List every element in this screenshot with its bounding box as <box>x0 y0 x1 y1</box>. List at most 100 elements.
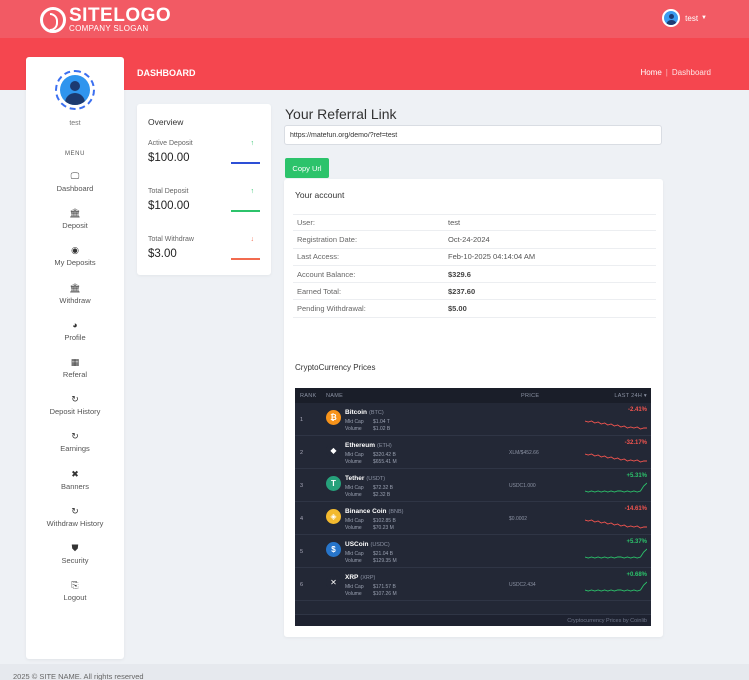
coin-price: USDC2.434 <box>509 582 536 588</box>
stat-color-bar <box>231 258 260 260</box>
coin-name[interactable]: USCoin (USDC) <box>345 541 390 548</box>
crypto-prices-widget: RANK NAME PRICE LAST 24H ▾ 1 ₿ Bitcoin (BTC… <box>295 388 651 626</box>
breadcrumb-current: Dashboard <box>671 68 711 77</box>
sidebar-item-withdraw[interactable]: 🏛 Withdraw <box>26 283 124 305</box>
sidebar-item-label: Withdraw History <box>46 518 104 528</box>
coin-change: +0.68% <box>626 572 647 578</box>
coin-name[interactable]: Tether (USDT) <box>345 475 385 482</box>
sparkline-chart <box>585 548 647 559</box>
crypto-row[interactable]: 4 ◈ Binance Coin (BNB) Mkt Cap $102.85 B Volum… <box>295 502 651 535</box>
sidebar-item-label: Earnings <box>60 444 90 454</box>
account-key: Account Balance: <box>297 269 356 279</box>
copy-url-button[interactable]: Copy Url <box>285 158 329 178</box>
referral-heading: Your Referral Link <box>285 106 397 122</box>
sidebar-item-label: Banners <box>61 481 89 491</box>
coin-change: -14.61% <box>624 506 647 512</box>
account-value: Feb-10-2025 04:14:04 AM <box>448 252 536 262</box>
sparkline-chart <box>585 420 647 430</box>
crypto-heading: CryptoCurrency Prices <box>295 363 376 372</box>
sidebar-item-referal[interactable]: ▦ Referal <box>26 357 124 379</box>
account-key: User: <box>297 218 315 228</box>
coin-price: $0.0002 <box>509 516 528 522</box>
sidebar-item-label: Deposit History <box>49 407 101 417</box>
sidebar-item-label: Logout <box>63 593 87 603</box>
sidebar-item-label: Deposit <box>62 221 88 231</box>
account-row: Earned Total: $237.60 <box>293 283 656 301</box>
coin-volume: Volume $107.26 M <box>345 591 397 597</box>
site-logo[interactable]: SITELOGO COMPANY SLOGAN <box>40 6 171 33</box>
crypto-row[interactable]: 2 ◆ Ethereum (ETH) Mkt Cap $320.42 B Volume $65… <box>295 436 651 469</box>
crypto-row[interactable]: 1 ₿ Bitcoin (BTC) Mkt Cap $1.04 T Volume $1.02 … <box>295 403 651 436</box>
coin-rank: 4 <box>300 516 304 522</box>
coin-name[interactable]: Binance Coin (BNB) <box>345 508 404 515</box>
sparkline-chart <box>585 519 647 529</box>
trend-arrow-icon: ↑ <box>250 140 255 147</box>
account-row: Pending Withdrawal: $5.00 <box>293 300 656 318</box>
trend-arrow-icon: ↓ <box>250 236 255 243</box>
trend-arrow-icon: ↑ <box>250 188 255 195</box>
coin-icon: ◉ <box>71 245 79 256</box>
crypto-row[interactable]: 5 $ USCoin (USDC) Mkt Cap $21.04 B Volume $129.… <box>295 535 651 568</box>
coin-name[interactable]: Ethereum (ETH) <box>345 442 392 449</box>
stat-label: Active Deposit <box>148 140 193 147</box>
crypto-widget-footer: Cryptocurrency Prices by Coinlib <box>295 614 651 626</box>
coin-change: +5.37% <box>626 539 647 545</box>
page-footer: 2025 © SITE NAME. All rights reserved <box>0 664 749 680</box>
overview-stat: Total Withdraw $3.00 ↓ <box>148 236 260 260</box>
overview-card: Overview Active Deposit $100.00 ↑ Total Dep… <box>137 104 271 275</box>
overview-heading: Overview <box>148 117 184 127</box>
sidebar-item-deposit-history[interactable]: ↻ Deposit History <box>26 394 124 416</box>
sidebar-item-dashboard[interactable]: 🖵 Dashboard <box>26 171 124 193</box>
coin-volume: Volume $655.41 M <box>345 459 397 465</box>
account-value: $5.00 <box>448 304 467 314</box>
coin-mkt-cap: Mkt Cap $21.04 B <box>345 551 394 557</box>
sparkline-chart <box>585 581 647 592</box>
referral-link-input[interactable] <box>284 125 662 145</box>
sidebar-item-logout[interactable]: ⎘ Logout <box>26 580 124 602</box>
col-price: PRICE <box>521 393 540 399</box>
user-avatar-icon <box>662 9 681 27</box>
stat-label: Total Withdraw <box>148 236 194 243</box>
user-menu[interactable]: test ▼ <box>662 9 707 27</box>
user-menu-name: test <box>685 13 699 23</box>
account-row: Registration Date: Oct-24-2024 <box>293 231 656 249</box>
crypto-row[interactable]: 3 T Tether (USDT) Mkt Cap $72.32 B Volume $2.32… <box>295 469 651 502</box>
coin-name[interactable]: XRP (XRP) <box>345 574 375 581</box>
account-value: Oct-24-2024 <box>448 234 490 244</box>
account-value: $237.60 <box>448 286 476 296</box>
stat-label: Total Deposit <box>148 188 189 195</box>
sidebar-item-profile[interactable]: ◕ Profile <box>26 320 124 342</box>
xrp-icon: ✕ <box>326 575 341 590</box>
sidebar-item-withdraw-history[interactable]: ↻ Withdraw History <box>26 506 124 528</box>
account-row: Last Access: Feb-10-2025 04:14:04 AM <box>293 249 656 266</box>
col-rank: RANK <box>300 393 317 399</box>
coin-volume: Volume $1.02 B <box>345 426 391 432</box>
calendar-icon: ▦ <box>70 357 80 367</box>
sidebar-item-deposit[interactable]: 🏛 Deposit <box>26 208 124 230</box>
crypto-attribution-link[interactable]: Cryptocurrency Prices by Coinlib <box>567 618 647 624</box>
coin-name[interactable]: Bitcoin (BTC) <box>345 409 384 416</box>
chevron-down-icon: ▼ <box>701 15 707 21</box>
account-key: Earned Total: <box>297 286 342 296</box>
breadcrumb-home[interactable]: Home <box>640 68 661 77</box>
sidebar-item-label: Withdraw <box>59 295 91 305</box>
sidebar-item-banners[interactable]: ✖ Banners <box>26 469 124 491</box>
sidebar-item-my-deposits[interactable]: ◉ My Deposits <box>26 245 124 267</box>
coin-mkt-cap: Mkt Cap $171.57 B <box>345 584 396 590</box>
sidebar-item-label: Profile <box>64 332 86 342</box>
globe-icon: ◕ <box>72 319 78 330</box>
sparkline-chart <box>585 453 647 463</box>
refresh-icon: ↻ <box>71 431 79 442</box>
coin-mkt-cap: Mkt Cap $72.32 B <box>345 485 394 491</box>
overview-stat: Active Deposit $100.00 ↑ <box>148 140 260 164</box>
coin-change: -32.17% <box>624 440 647 446</box>
coin-rank: 3 <box>300 483 304 489</box>
sidebar-item-security[interactable]: ⛊ Security <box>26 543 124 565</box>
sidebar-item-earnings[interactable]: ↻ Earnings <box>26 431 124 453</box>
ethereum-icon: ◆ <box>326 443 341 458</box>
crypto-row[interactable]: 6 ✕ XRP (XRP) Mkt Cap $171.57 B Volume $107.26 … <box>295 568 651 601</box>
refresh-icon: ↻ <box>71 505 79 516</box>
breadcrumb: Home | Dashboard <box>640 68 711 77</box>
bitcoin-icon: ₿ <box>326 410 341 425</box>
col-name: NAME <box>326 393 344 399</box>
